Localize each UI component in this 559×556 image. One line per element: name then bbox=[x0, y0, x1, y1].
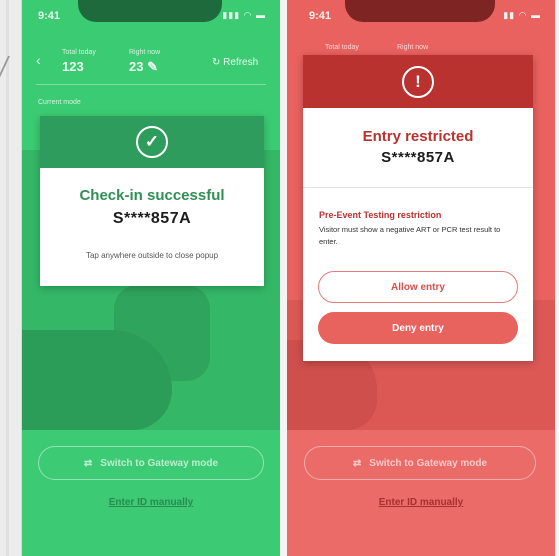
alert-circle-icon: ! bbox=[402, 65, 434, 98]
gateway-mode-button[interactable]: ⇄ Switch to Gateway mode bbox=[38, 446, 264, 480]
modal-title: Check-in successful bbox=[79, 187, 225, 204]
header-divider bbox=[36, 84, 266, 85]
refresh-button[interactable]: ↻ Refresh bbox=[212, 57, 258, 68]
check-circle-icon: ✓ bbox=[136, 126, 168, 158]
modal-divider bbox=[303, 187, 533, 188]
gateway-mode-label: Switch to Gateway mode bbox=[369, 457, 488, 469]
phone-success: 9:41 ▮▮▮ ◠ ▬ ‹ Total today 123 Right now… bbox=[22, 0, 280, 556]
right-now-label: Right now bbox=[129, 49, 161, 56]
enter-id-manually-link[interactable]: Enter ID manually bbox=[22, 497, 280, 508]
entry-restricted-modal: ! Entry restricted S****857A Pre-Event T… bbox=[303, 55, 533, 361]
checkin-success-modal: ✓ Check-in successful S****857A Tap anyw… bbox=[40, 116, 264, 286]
status-icons: ▮▮▮ ◠ ▬ bbox=[222, 10, 266, 20]
gateway-mode-button[interactable]: ⇄ Switch to Gateway mode bbox=[304, 446, 536, 480]
modal-header: ✓ bbox=[40, 116, 264, 168]
phone-notch bbox=[345, 0, 495, 22]
status-time: 9:41 bbox=[38, 10, 61, 22]
hand-shape bbox=[22, 330, 172, 430]
total-today-label: Total today bbox=[62, 49, 96, 56]
restriction-description: Visitor must show a negative ART or PCR … bbox=[319, 225, 501, 246]
right-now-value[interactable]: 23 ✎ bbox=[129, 59, 158, 75]
phone-notch bbox=[78, 0, 222, 22]
phone-restricted: 9:41 ▮▮ ◠ ▬ Total today Right now ⇄ Swit… bbox=[287, 0, 555, 556]
total-today-label: Total today bbox=[325, 44, 359, 51]
modal-header: ! bbox=[303, 55, 533, 108]
status-time: 9:41 bbox=[309, 10, 332, 22]
back-icon[interactable]: ‹ bbox=[36, 52, 41, 68]
deny-entry-button[interactable]: Deny entry bbox=[318, 312, 518, 344]
edge-marker bbox=[0, 56, 20, 86]
gateway-mode-label: Switch to Gateway mode bbox=[100, 457, 219, 469]
restriction-title: Pre-Event Testing restriction bbox=[319, 210, 442, 220]
modal-title: Entry restricted bbox=[362, 128, 474, 145]
switch-icon: ⇄ bbox=[83, 457, 93, 469]
right-now-label: Right now bbox=[397, 44, 429, 51]
status-icons: ▮▮ ◠ ▬ bbox=[503, 10, 541, 20]
current-mode-label: Current mode bbox=[38, 99, 81, 106]
allow-entry-button[interactable]: Allow entry bbox=[318, 271, 518, 303]
switch-icon: ⇄ bbox=[352, 457, 362, 469]
close-hint: Tap anywhere outside to close popup bbox=[85, 251, 219, 260]
masked-id: S****857A bbox=[112, 210, 192, 227]
enter-id-manually-link[interactable]: Enter ID manually bbox=[287, 497, 555, 508]
masked-id: S****857A bbox=[381, 149, 455, 166]
window-edge bbox=[0, 0, 22, 556]
total-today-value: 123 bbox=[62, 59, 84, 74]
